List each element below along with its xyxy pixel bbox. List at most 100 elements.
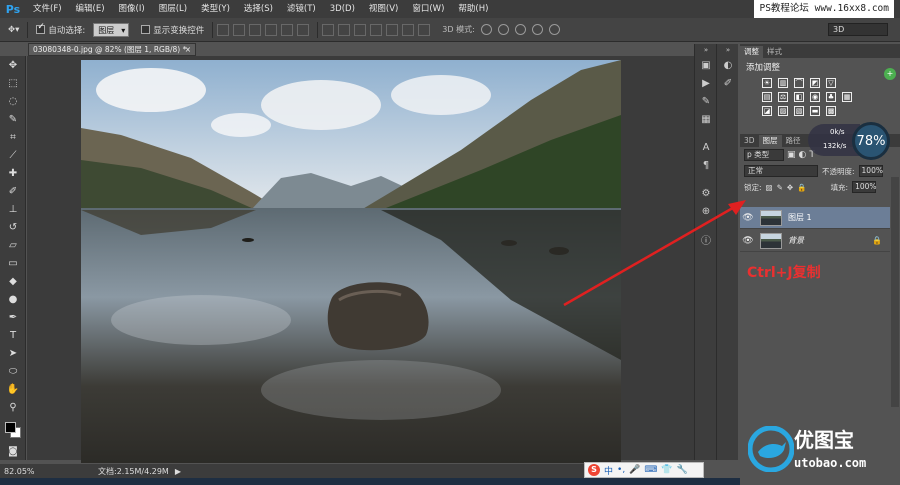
lasso-tool-icon[interactable]: ◌ (0, 92, 26, 110)
pen-tool-icon[interactable]: ✒ (0, 308, 26, 326)
fill-input[interactable]: 100% (852, 181, 877, 193)
distribute-left-icon[interactable] (370, 23, 383, 36)
layer-row-background[interactable]: 👁 背景 🔒 (740, 230, 890, 252)
history-brush-tool-icon[interactable]: ↺ (0, 218, 26, 236)
black-white-icon[interactable]: ◧ (794, 92, 804, 102)
tab-layers[interactable]: 图层 (758, 135, 782, 147)
document-tab[interactable]: 03080348-0.jpg @ 82% (图层 1, RGB/8) * × (28, 43, 196, 56)
gradient-tool-icon[interactable]: ▭ (0, 254, 26, 272)
menu-file[interactable]: 文件(F) (26, 0, 69, 18)
foreground-color-swatch[interactable] (5, 422, 16, 433)
color-balance-icon[interactable]: ⚖ (778, 92, 788, 102)
align-center-icon[interactable] (281, 23, 294, 36)
photo-filter-icon[interactable]: ◉ (810, 92, 820, 102)
actions-icon[interactable]: ▶ (695, 74, 717, 92)
mic-icon[interactable]: 🎤 (629, 465, 640, 475)
brush-preset-icon[interactable]: ✎ (695, 92, 717, 110)
zoom-tool-icon[interactable]: ⚲ (0, 398, 26, 416)
stamp-tool-icon[interactable]: ⊥ (0, 200, 26, 218)
sogou-icon[interactable]: S (588, 464, 600, 476)
collapse-icon[interactable]: » (717, 44, 739, 56)
gradient-map-icon[interactable]: ▬ (810, 106, 820, 116)
distribute-center-icon[interactable] (386, 23, 399, 36)
quick-select-tool-icon[interactable]: ✎ (0, 110, 26, 128)
distribute-bottom-icon[interactable] (354, 23, 367, 36)
invert-icon[interactable]: ◪ (762, 106, 772, 116)
selective-color-icon[interactable]: ▩ (826, 106, 836, 116)
eyedropper-tool-icon[interactable]: ⟋ (0, 146, 26, 164)
align-bottom-icon[interactable] (249, 23, 262, 36)
memory-gauge[interactable]: 78% (852, 122, 890, 160)
marquee-tool-icon[interactable]: ⬚ (0, 74, 26, 92)
lock-move-icon[interactable]: ✥ (787, 183, 793, 192)
tab-adjustments[interactable]: 调整 (740, 46, 763, 58)
tab-paths[interactable]: 路径 (782, 135, 805, 147)
3d-scale-icon[interactable] (548, 24, 560, 35)
menu-window[interactable]: 窗口(W) (405, 0, 451, 18)
distribute-right-icon[interactable] (402, 23, 415, 36)
skin-icon[interactable]: 👕 (661, 465, 672, 475)
posterize-icon[interactable]: ▨ (778, 106, 788, 116)
opacity-input[interactable]: 100% (858, 165, 883, 177)
curves-icon[interactable]: ⌒ (794, 78, 804, 88)
align-right-icon[interactable] (297, 23, 310, 36)
menu-help[interactable]: 帮助(H) (451, 0, 495, 18)
show-transform-option[interactable]: 显示变换控件 (141, 22, 204, 38)
lock-brush-icon[interactable]: ✎ (777, 183, 783, 192)
exposure-icon[interactable]: ◩ (810, 78, 820, 88)
document-size[interactable]: 文档:2.15M/4.29M (98, 466, 169, 477)
3d-roll-icon[interactable] (497, 24, 509, 35)
move-tool-icon[interactable]: ✥ (0, 56, 26, 74)
hue-saturation-icon[interactable]: ▤ (762, 92, 772, 102)
filter-pixel-icon[interactable]: ▣ (787, 150, 796, 160)
landscape-photo[interactable] (81, 60, 621, 463)
punctuation-icon[interactable]: •, (617, 465, 625, 475)
crop-tool-icon[interactable]: ⌗ (0, 128, 26, 146)
menu-filter[interactable]: 滤镜(T) (280, 0, 323, 18)
healing-tool-icon[interactable]: ✚ (0, 164, 26, 182)
filter-adjust-icon[interactable]: ◐ (799, 150, 807, 160)
collapse-icon[interactable]: » (695, 44, 717, 56)
menu-select[interactable]: 选择(S) (237, 0, 280, 18)
keyboard-icon[interactable]: ⌨ (644, 465, 657, 475)
status-arrow-icon[interactable]: ▶ (175, 467, 181, 476)
history-icon[interactable]: ▣ (695, 56, 717, 74)
vibrance-icon[interactable]: ▽ (826, 78, 836, 88)
menu-3d[interactable]: 3D(D) (323, 0, 362, 18)
align-left-icon[interactable] (265, 23, 278, 36)
menu-view[interactable]: 视图(V) (362, 0, 405, 18)
blend-mode-select[interactable]: 正常 (744, 165, 818, 177)
layers-scrollbar[interactable] (891, 177, 899, 407)
menu-edit[interactable]: 编辑(E) (69, 0, 112, 18)
lock-pixels-icon[interactable]: ▨ (766, 183, 773, 192)
swatches-icon[interactable]: ▦ (695, 110, 717, 128)
brush-tool-icon[interactable]: ✐ (0, 182, 26, 200)
zoom-level[interactable]: 82.05% (4, 467, 44, 476)
auto-align-icon[interactable] (418, 23, 431, 36)
path-select-tool-icon[interactable]: ➤ (0, 344, 26, 362)
color-icon[interactable]: ◐ (717, 56, 739, 74)
layer-kind-filter[interactable]: p 类型 (744, 149, 784, 161)
distribute-top-icon[interactable] (322, 23, 335, 36)
menu-type[interactable]: 类型(Y) (194, 0, 237, 18)
align-middle-icon[interactable] (233, 23, 246, 36)
levels-icon[interactable]: ▥ (778, 78, 788, 88)
quick-mask-icon[interactable]: ◙ (0, 442, 26, 460)
plus-badge-icon[interactable]: + (884, 68, 896, 80)
blur-tool-icon[interactable]: ◆ (0, 272, 26, 290)
character-icon[interactable]: A (695, 138, 717, 156)
layer-row-1[interactable]: 👁 图层 1 (740, 207, 890, 229)
lock-all-icon[interactable]: 🔒 (797, 183, 806, 192)
3d-slide-icon[interactable] (531, 24, 543, 35)
auto-select-checkbox[interactable] (36, 22, 46, 34)
ime-toolbar[interactable]: S 中 •, 🎤 ⌨ 👕 🔧 (584, 462, 704, 478)
ime-lang[interactable]: 中 (604, 464, 613, 477)
channel-mixer-icon[interactable]: ♣ (826, 92, 836, 102)
show-transform-checkbox[interactable] (141, 25, 151, 34)
3d-rotate-icon[interactable] (480, 24, 492, 35)
tab-3d[interactable]: 3D (740, 135, 759, 147)
move-tool-preset[interactable]: ✥▾ (8, 22, 19, 38)
color-lookup-icon[interactable]: ▦ (842, 92, 852, 102)
tab-styles[interactable]: 样式 (763, 46, 786, 58)
menu-image[interactable]: 图像(I) (112, 0, 152, 18)
